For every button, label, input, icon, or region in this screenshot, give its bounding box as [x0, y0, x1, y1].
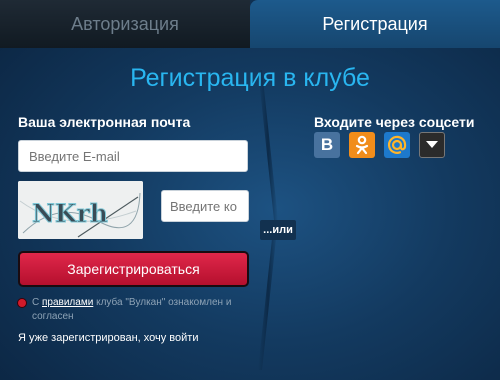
odnoklassniki-icon — [355, 135, 369, 155]
captcha-text: NKrh — [32, 199, 108, 228]
vkontakte-button[interactable]: B — [314, 132, 340, 158]
tab-register[interactable]: Регистрация — [250, 0, 500, 48]
rules-link[interactable]: правилами — [42, 297, 93, 308]
tab-login[interactable]: Авторизация — [0, 0, 250, 48]
registration-window: Авторизация Регистрация Регистрация в кл… — [0, 0, 500, 380]
tab-bar: Авторизация Регистрация — [0, 0, 500, 48]
mailru-icon — [387, 135, 407, 154]
odnoklassniki-button[interactable] — [349, 132, 375, 158]
more-networks-button[interactable] — [419, 132, 445, 158]
vkontakte-icon: B — [320, 135, 334, 154]
register-button[interactable]: Зарегистрироваться — [18, 251, 249, 287]
captcha-graphic: NKrh — [18, 181, 143, 239]
agree-checkbox[interactable] — [18, 299, 26, 307]
captcha-image: NKrh — [18, 181, 143, 239]
or-divider-label: ...или — [260, 220, 296, 240]
login-link[interactable]: Я уже зарегистрирован, хочу войти — [18, 332, 198, 344]
email-field[interactable] — [18, 140, 248, 172]
chevron-down-icon — [426, 141, 438, 148]
social-login-title: Входите через соцсети — [314, 114, 475, 130]
agree-text: С правилами клуба "Вулкан" ознакомлен и … — [32, 296, 257, 324]
agree-prefix: С — [32, 297, 42, 308]
email-label: Ваша электронная почта — [18, 114, 191, 130]
mailru-button[interactable] — [384, 132, 410, 158]
